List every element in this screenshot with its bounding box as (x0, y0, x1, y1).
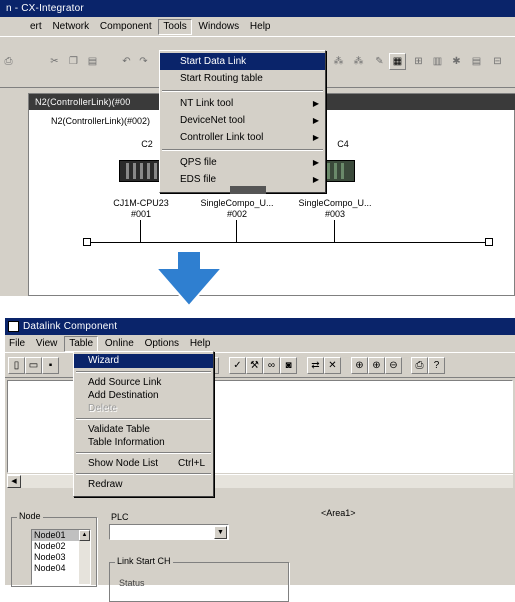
delete-icon[interactable]: ✕ (324, 357, 341, 374)
link-start-group: Link Start CH Status (109, 556, 289, 602)
wizard-icon[interactable]: ⚒ (246, 357, 263, 374)
menu-item-redraw[interactable]: Redraw (74, 478, 213, 491)
scroll-left-icon[interactable]: ◀ (7, 475, 21, 488)
menu-file[interactable]: File (5, 335, 29, 352)
menu-item-add-destination[interactable]: Add Destination (74, 389, 213, 402)
menu-help[interactable]: Help (186, 335, 215, 352)
transfer-icon[interactable]: ⇄ (307, 357, 324, 374)
menu-options[interactable]: Options (141, 335, 183, 352)
datalink-title-text: Datalink Component (23, 321, 118, 332)
show-node-list-shortcut: Ctrl+L (178, 458, 205, 469)
validate-icon[interactable]: ✓ (229, 357, 246, 374)
scroll-up-icon[interactable]: ▲ (79, 530, 90, 541)
link-icon[interactable]: ∞ (263, 357, 280, 374)
plc-combobox[interactable]: ▼ (109, 524, 229, 540)
datalink-menubar: File View Table Online Options Help (5, 335, 515, 352)
print-icon[interactable]: ⎙ (411, 357, 428, 374)
menu-separator (76, 418, 211, 420)
plc-label: PLC (111, 512, 129, 522)
zoom-out-icon[interactable]: ⊖ (385, 357, 402, 374)
node-group-box: Node Node01 Node02 Node03 Node04 ▲ (11, 511, 97, 587)
chevron-down-icon[interactable]: ▼ (214, 526, 227, 539)
inspect-icon[interactable]: ◙ (280, 357, 297, 374)
save-icon[interactable]: ▪ (42, 357, 59, 374)
datalink-titlebar: Datalink Component (5, 318, 515, 335)
show-node-list-label: Show Node List (88, 458, 159, 469)
menu-item-add-source-link[interactable]: Add Source Link (74, 376, 213, 389)
menu-item-show-node-list[interactable]: Show Node List Ctrl+L (74, 457, 213, 470)
menu-item-delete[interactable]: Delete (74, 402, 213, 415)
area-label: <Area1> (321, 508, 356, 518)
menu-view[interactable]: View (32, 335, 62, 352)
node-listbox[interactable]: Node01 Node02 Node03 Node04 ▲ (31, 529, 91, 585)
menu-separator (76, 371, 211, 373)
menu-item-validate-table[interactable]: Validate Table (74, 423, 213, 436)
menu-separator (76, 452, 211, 454)
help-icon[interactable]: ? (428, 357, 445, 374)
node-group-label: Node (17, 511, 43, 522)
open-icon[interactable]: ▭ (25, 357, 42, 374)
status-label: Status (119, 578, 145, 588)
menu-table[interactable]: Table (64, 336, 99, 352)
listbox-scrollbar[interactable]: ▲ (79, 530, 90, 584)
menu-item-table-information[interactable]: Table Information (74, 436, 213, 449)
zoom-fit-icon[interactable]: ⊕ (351, 357, 368, 374)
menu-separator (76, 473, 211, 475)
link-start-label: Link Start CH (115, 556, 173, 567)
datalink-window: Datalink Component File View Table Onlin… (5, 318, 515, 602)
new-icon[interactable]: ▯ (8, 357, 25, 374)
app-icon (8, 321, 19, 332)
table-menu: Wizard Add Source Link Add Destination D… (73, 351, 214, 497)
zoom-in-icon[interactable]: ⊕ (368, 357, 385, 374)
menu-online[interactable]: Online (101, 335, 138, 352)
menu-item-wizard[interactable]: Wizard (74, 354, 213, 368)
